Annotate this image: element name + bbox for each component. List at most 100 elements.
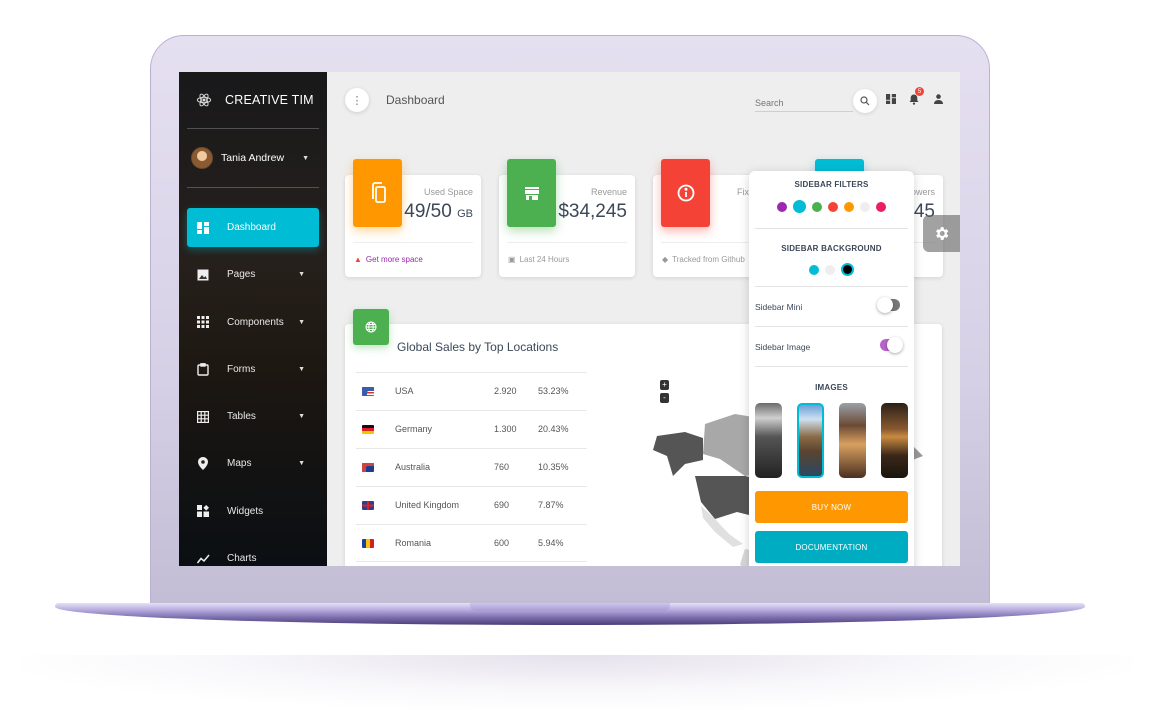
settings-toggle-button[interactable] <box>923 215 960 252</box>
stat-label: Used Space <box>423 187 473 197</box>
buy-now-button[interactable]: BUY NOW <box>755 491 908 523</box>
sidebar: CREATIVE TIM Tania Andrew ▼ Dashboard Pa… <box>179 72 327 566</box>
search-icon <box>860 96 870 106</box>
notification-badge: 5 <box>915 87 924 96</box>
sidebar-item-dashboard[interactable]: Dashboard <box>187 208 319 247</box>
table-row: Australia 760 10.35% <box>356 448 587 486</box>
filter-color-swatch[interactable] <box>777 201 787 212</box>
sidebar-image-toggle[interactable] <box>880 337 903 353</box>
search-button[interactable] <box>853 89 877 113</box>
dashboard-link-icon[interactable] <box>884 92 898 106</box>
sidebar-item-maps[interactable]: Maps ▼ <box>187 444 319 483</box>
laptop-shadow <box>20 655 1134 709</box>
sidebar-item-label: Charts <box>227 553 257 565</box>
sales-table: USA 2.920 53.23% Germany 1.300 20.43% Au… <box>356 372 587 562</box>
gear-icon <box>936 227 949 240</box>
sidebar-filter-swatches <box>749 200 914 213</box>
table-row: Germany 1.300 20.43% <box>356 410 587 448</box>
stat-value: $34,245 <box>558 201 627 222</box>
user-menu[interactable]: Tania Andrew ▼ <box>179 129 327 187</box>
sidebar-item-pages[interactable]: Pages ▼ <box>187 255 319 294</box>
brand-name: CREATIVE TIM <box>225 93 314 107</box>
search-input[interactable] <box>755 90 853 112</box>
sidebar-image-option-lake[interactable] <box>797 403 824 478</box>
sidebar-mini-toggle[interactable] <box>877 297 900 313</box>
background-color-swatch[interactable] <box>825 264 835 275</box>
sidebar-item-tables[interactable]: Tables ▼ <box>187 397 319 436</box>
caret-down-icon: ▼ <box>298 318 305 326</box>
tag-icon: ◆ <box>662 255 669 264</box>
filter-color-swatch[interactable] <box>812 201 822 212</box>
language-globe-icon <box>353 309 389 345</box>
sidebar-item-label: Tables <box>227 411 256 423</box>
fixed-plugin-dropdown: SIDEBAR FILTERS SIDEBAR BACKGROUND Sideb… <box>749 171 914 566</box>
stat-card-used-space: Used Space 49/50 GB ▲ Get more space <box>345 159 481 277</box>
calendar-icon: ▣ <box>508 255 516 264</box>
stat-label: owers <box>910 187 935 197</box>
flag-germany-icon <box>362 425 374 434</box>
top-navbar: ⋮ Dashboard 5 <box>327 72 960 128</box>
sidebar-toggle-button[interactable]: ⋮ <box>345 88 369 112</box>
sidebar-item-forms[interactable]: Forms ▼ <box>187 350 319 389</box>
map-region-alaska <box>653 432 703 476</box>
laptop-mockup: CREATIVE TIM Tania Andrew ▼ Dashboard Pa… <box>0 0 1154 709</box>
stat-footer: ◆ Tracked from Github <box>662 255 745 264</box>
widgets-icon <box>196 504 210 518</box>
sidebar-item-label: Forms <box>227 363 256 375</box>
sidebar-image-option-mountains[interactable] <box>755 403 782 478</box>
caret-down-icon: ▼ <box>298 460 305 468</box>
brand-logo-link[interactable]: CREATIVE TIM <box>179 72 327 128</box>
avatar <box>191 147 213 169</box>
filter-color-swatch[interactable] <box>860 201 870 212</box>
card-divider <box>353 242 473 243</box>
image-icon <box>196 268 210 282</box>
sidebar-item-components[interactable]: Components ▼ <box>187 303 319 342</box>
filter-color-swatch[interactable] <box>844 201 854 212</box>
caret-down-icon: ▼ <box>298 365 305 373</box>
sidebar-item-label: Maps <box>227 458 252 470</box>
store-icon <box>507 159 556 227</box>
place-icon <box>196 457 210 471</box>
background-color-swatch[interactable] <box>809 264 819 275</box>
flag-romania-icon <box>362 539 374 548</box>
sidebar-mini-row: Sidebar Mini <box>755 287 908 327</box>
table-row: USA 2.920 53.23% <box>356 372 587 410</box>
notifications-button[interactable]: 5 <box>907 87 924 106</box>
stat-label: Revenue <box>590 187 627 197</box>
sidebar-image-option-forest[interactable] <box>881 403 908 478</box>
dashboard-icon <box>196 221 210 235</box>
filter-color-swatch[interactable] <box>793 200 806 213</box>
background-color-swatch[interactable] <box>841 263 854 276</box>
sidebar-image-option-city[interactable] <box>839 403 866 478</box>
dashboard-screen: CREATIVE TIM Tania Andrew ▼ Dashboard Pa… <box>179 72 960 566</box>
table-row: Romania 600 5.94% <box>356 524 587 562</box>
flag-uk-icon <box>362 501 374 510</box>
flag-australia-icon <box>362 463 374 472</box>
clipboard-icon <box>196 362 210 376</box>
user-name: Tania Andrew <box>221 152 285 164</box>
documentation-button[interactable]: DOCUMENTATION <box>755 531 908 563</box>
apps-grid-icon <box>196 315 210 329</box>
user-profile-button[interactable] <box>931 92 945 106</box>
flag-usa-icon <box>362 387 374 396</box>
info-outline-icon <box>661 159 710 227</box>
filter-color-swatch[interactable] <box>828 201 838 212</box>
timeline-icon <box>196 552 210 566</box>
card-title: Global Sales by Top Locations <box>397 340 559 354</box>
sidebar-item-charts[interactable]: Charts <box>187 539 319 566</box>
get-more-space-link[interactable]: ▲ Get more space <box>354 255 423 264</box>
sidebar-item-widgets[interactable]: Widgets <box>187 492 319 531</box>
more-vert-icon: ⋮ <box>351 94 363 107</box>
laptop-notch <box>470 603 670 611</box>
sidebar-item-label: Components <box>227 316 284 328</box>
filter-color-swatch[interactable] <box>876 201 886 212</box>
stat-footer: ▣ Last 24 Hours <box>508 255 570 264</box>
sidebar-background-title: SIDEBAR BACKGROUND <box>781 244 882 253</box>
caret-down-icon: ▼ <box>298 271 305 279</box>
content-copy-icon <box>353 159 402 227</box>
images-title: IMAGES <box>815 383 848 392</box>
page-title: Dashboard <box>386 93 445 107</box>
stat-value: 49/50 GB <box>404 201 473 222</box>
table-row: United Kingdom 690 7.87% <box>356 486 587 524</box>
sidebar-nav: Dashboard Pages ▼ Components ▼ Forms ▼ T… <box>179 188 327 566</box>
